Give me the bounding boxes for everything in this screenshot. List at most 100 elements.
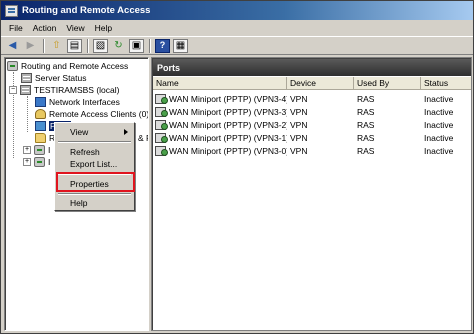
menu-help[interactable]: Help [90, 23, 117, 33]
port-used-by: RAS [357, 145, 375, 156]
tree-remote-access-policies[interactable]: R [35, 132, 55, 144]
port-status: Inactive [424, 119, 454, 130]
show-tree-icon[interactable]: ▤ [67, 38, 82, 53]
tree-ip-routing-2[interactable]: + I [23, 156, 50, 168]
mmc-window: Routing and Remote Access File Action Vi… [0, 0, 474, 334]
app-icon [5, 4, 18, 17]
network-interfaces-icon [35, 97, 46, 107]
ports-icon [35, 121, 46, 131]
up-icon[interactable]: ⇧ [49, 39, 64, 53]
context-menu-refresh[interactable]: Refresh [57, 146, 132, 158]
remote-access-clients-icon [35, 109, 46, 119]
context-menu-help[interactable]: Help [57, 197, 132, 209]
port-name-cell: WAN Miniport (PPTP) (VPN3-2) [153, 119, 287, 130]
column-used-by-label: Used By [357, 78, 390, 88]
window-title: Routing and Remote Access [22, 5, 151, 16]
column-name-label: Name [156, 78, 179, 88]
toolbar: ◀ ▶ ⇧ ▤ ▧ ↻ ▣ ? ▦ [1, 36, 473, 55]
menu-bar: File Action View Help [1, 20, 473, 36]
properties-highlight-box [56, 172, 135, 192]
column-status-label: Status [424, 78, 449, 88]
pane-title-label: Ports [157, 62, 181, 73]
tree-server-status[interactable]: Server Status [21, 72, 87, 84]
console-icon[interactable]: ▦ [173, 38, 188, 53]
port-device: VPN [290, 145, 308, 156]
menu-view[interactable]: View [61, 23, 89, 33]
port-name-cell: WAN Miniport (PPTP) (VPN3-0) [153, 145, 287, 156]
toolbar-separator [149, 38, 150, 53]
port-used-by: RAS [357, 132, 375, 143]
toolbar-separator [43, 38, 44, 53]
tree-ip-routing-1[interactable]: + I [23, 144, 50, 156]
server-status-icon [21, 73, 32, 83]
column-header-used-by[interactable]: Used By [354, 77, 421, 90]
tree-root[interactable]: Routing and Remote Access [7, 60, 128, 72]
expand-icon[interactable]: + [23, 158, 31, 166]
toolbar-separator [87, 38, 88, 53]
port-used-by: RAS [357, 119, 375, 130]
tree-ip-partial-2-label: I [48, 157, 51, 167]
port-name: WAN Miniport (PPTP) (VPN3-2) [169, 119, 287, 130]
table-row[interactable]: WAN Miniport (PPTP) (VPN3-3) VPN RAS Ina… [153, 105, 471, 118]
export-icon[interactable]: ▧ [93, 38, 108, 53]
context-menu-export-list[interactable]: Export List... [57, 158, 132, 170]
port-status: Inactive [424, 93, 454, 104]
port-icon [155, 119, 168, 130]
tree-root-label: Routing and Remote Access [21, 61, 129, 71]
column-headers: Name Device Used By Status [153, 77, 471, 90]
tree-network-interfaces[interactable]: Network Interfaces [35, 96, 120, 108]
port-icon [155, 106, 168, 117]
port-name-cell: WAN Miniport (PPTP) (VPN3-4) [153, 93, 287, 104]
expand-icon[interactable]: + [23, 146, 31, 154]
tree-policies-partial-label: & F [138, 133, 148, 143]
menu-action[interactable]: Action [28, 23, 62, 33]
tree-remote-access-clients[interactable]: Remote Access Clients (0) [35, 108, 149, 120]
router-icon [7, 61, 18, 71]
title-bar[interactable]: Routing and Remote Access [1, 1, 473, 20]
column-header-name[interactable]: Name [153, 77, 287, 90]
table-row[interactable]: WAN Miniport (PPTP) (VPN3-1) VPN RAS Ina… [153, 131, 471, 144]
port-device: VPN [290, 132, 308, 143]
context-menu: View Refresh Export List... Properties H… [54, 122, 135, 211]
port-used-by: RAS [357, 93, 375, 104]
table-row[interactable]: WAN Miniport (PPTP) (VPN3-0) VPN RAS Ina… [153, 144, 471, 157]
tree-server-status-label: Server Status [35, 73, 87, 83]
refresh-icon[interactable]: ↻ [111, 39, 126, 53]
collapse-icon[interactable]: − [9, 86, 17, 94]
tree-policies-partial: & F [138, 132, 148, 144]
column-device-label: Device [290, 78, 316, 88]
tree-server-label: TESTIRAMSBS (local) [34, 85, 120, 95]
tree-server[interactable]: − TESTIRAMSBS (local) [9, 84, 120, 96]
results-pane[interactable]: Ports Name Device Used By Status WAN Min… [151, 57, 472, 331]
back-icon[interactable]: ◀ [5, 39, 20, 53]
help-icon[interactable]: ? [155, 38, 170, 53]
port-status: Inactive [424, 106, 454, 117]
tree-ip-partial-1-label: I [48, 145, 51, 155]
context-menu-refresh-label: Refresh [70, 147, 100, 157]
context-menu-view[interactable]: View [57, 126, 132, 138]
context-menu-help-label: Help [70, 198, 88, 208]
port-status: Inactive [424, 132, 454, 143]
port-name: WAN Miniport (PPTP) (VPN3-3) [169, 106, 287, 117]
submenu-arrow-icon [124, 129, 128, 135]
column-header-status[interactable]: Status [421, 77, 471, 90]
port-status: Inactive [424, 145, 454, 156]
table-row[interactable]: WAN Miniport (PPTP) (VPN3-2) VPN RAS Ina… [153, 118, 471, 131]
table-row[interactable]: WAN Miniport (PPTP) (VPN3-4) VPN RAS Ina… [153, 92, 471, 105]
port-name: WAN Miniport (PPTP) (VPN3-4) [169, 93, 287, 104]
tree-remote-access-clients-label: Remote Access Clients (0) [49, 109, 149, 119]
port-device: VPN [290, 93, 308, 104]
port-name-cell: WAN Miniport (PPTP) (VPN3-3) [153, 106, 287, 117]
menu-separator [58, 141, 131, 143]
context-menu-export-list-label: Export List... [70, 159, 118, 169]
menu-file[interactable]: File [4, 23, 28, 33]
port-name: WAN Miniport (PPTP) (VPN3-1) [169, 132, 287, 143]
folder-icon [35, 133, 46, 143]
port-name-cell: WAN Miniport (PPTP) (VPN3-1) [153, 132, 287, 143]
column-header-device[interactable]: Device [287, 77, 354, 90]
ip-routing-icon [34, 157, 45, 167]
pane-title: Ports [153, 59, 471, 76]
properties-icon[interactable]: ▣ [129, 38, 144, 53]
forward-icon[interactable]: ▶ [23, 39, 38, 53]
port-used-by: RAS [357, 106, 375, 117]
